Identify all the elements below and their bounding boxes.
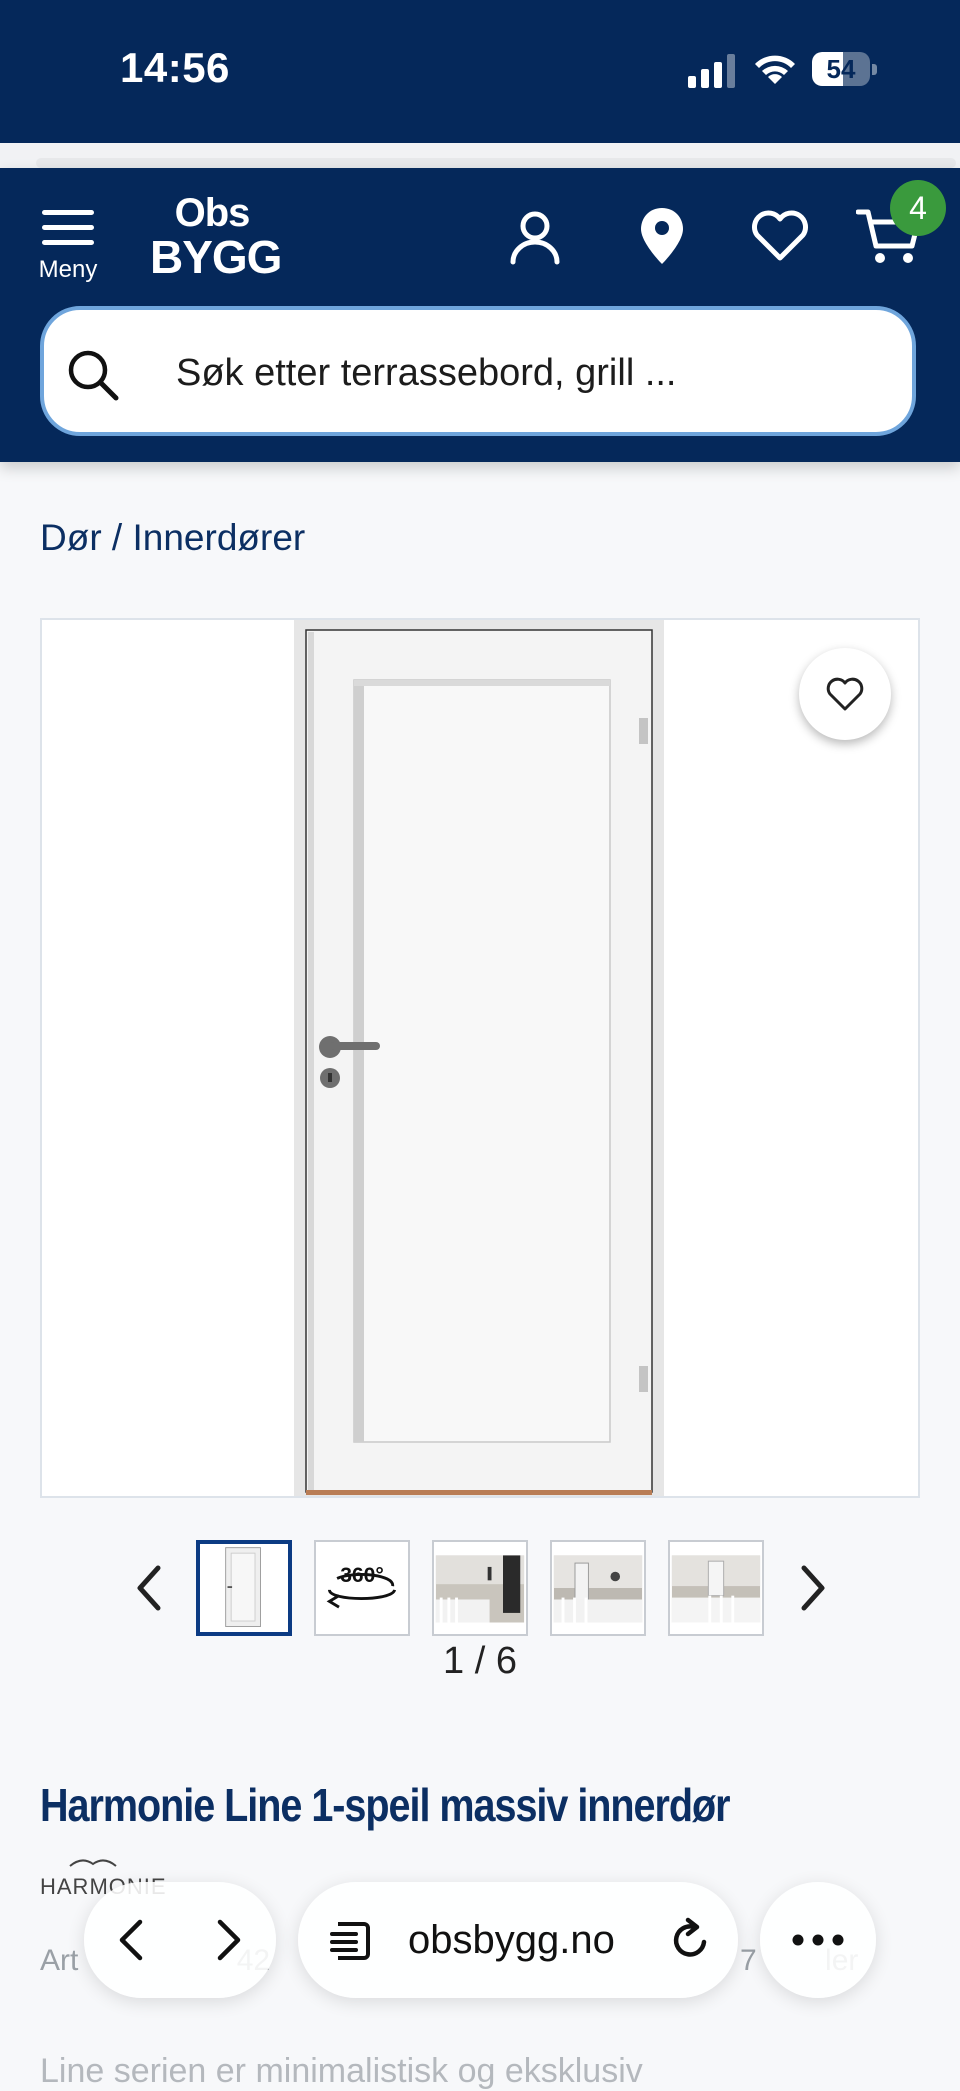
next-image-button[interactable] <box>790 1558 834 1618</box>
product-main-image[interactable] <box>294 620 664 1496</box>
wishlist-heart-icon[interactable] <box>750 206 810 266</box>
thumbnail-360-view[interactable]: 360° <box>314 1540 410 1636</box>
cart-count-badge: 4 <box>890 180 946 236</box>
more-dots-icon <box>792 1934 844 1946</box>
room-photo-image <box>434 1542 526 1634</box>
rotate-360-icon: 360° <box>316 1542 408 1634</box>
hamburger-icon <box>42 210 94 245</box>
thumbnail-room-photo-3[interactable] <box>668 1540 764 1636</box>
previous-image-button[interactable] <box>128 1558 172 1618</box>
thumbnail-door-front[interactable] <box>196 1540 292 1636</box>
address-bar[interactable]: obsbygg.no <box>298 1882 738 1998</box>
add-to-wishlist-button[interactable] <box>799 648 891 740</box>
breadcrumb-item-innerdorer[interactable]: Innerdører <box>133 517 306 558</box>
menu-button[interactable]: Meny <box>30 200 110 290</box>
room-photo-image <box>552 1542 644 1634</box>
scroll-hint-bar <box>36 158 956 168</box>
browser-back-icon[interactable] <box>112 1916 152 1964</box>
rating-count: 7 <box>740 1944 757 1977</box>
breadcrumb-item-dor[interactable]: Dør <box>40 517 102 558</box>
obs-bygg-logo[interactable]: Obs BYGG <box>150 191 282 283</box>
door-thumbnail-image <box>200 1544 288 1632</box>
reader-mode-icon[interactable] <box>328 1918 374 1964</box>
browser-nav-controls <box>84 1882 276 1998</box>
breadcrumb-separator: / <box>101 517 133 558</box>
breadcrumb: Dør / Innerdører <box>40 517 305 559</box>
thumbnail-room-photo-1[interactable] <box>432 1540 528 1636</box>
article-number-label: Art <box>40 1944 79 1977</box>
product-description: Line serien er minimalistisk og eksklusi… <box>40 2052 643 2090</box>
heart-outline-icon <box>826 677 864 711</box>
image-counter: 1 / 6 <box>443 1640 517 1682</box>
menu-label: Meny <box>38 256 98 283</box>
reload-icon[interactable] <box>666 1916 714 1964</box>
brand-wave-icon <box>69 1859 117 1867</box>
room-photo-image <box>670 1542 762 1634</box>
logo-text-top: Obs <box>174 191 251 235</box>
search-input[interactable] <box>174 340 878 406</box>
wifi-icon <box>755 55 795 84</box>
thumbnail-room-photo-2[interactable] <box>550 1540 646 1636</box>
search-icon <box>68 350 119 401</box>
battery-level: 54 <box>826 54 856 84</box>
logo-text-bottom: BYGG <box>150 231 282 283</box>
location-pin-icon[interactable] <box>632 206 692 266</box>
search-bar[interactable] <box>40 306 916 436</box>
cellular-signal-icon <box>688 54 735 88</box>
account-icon[interactable] <box>505 208 565 268</box>
url-text: obsbygg.no <box>408 1918 615 1962</box>
browser-forward-icon[interactable] <box>208 1916 248 1964</box>
browser-more-button[interactable] <box>760 1882 876 1998</box>
battery-icon: 54 <box>812 52 878 86</box>
status-time: 14:56 <box>120 44 230 91</box>
product-title: Harmonie Line 1-speil massiv innerdør <box>40 1779 731 1831</box>
